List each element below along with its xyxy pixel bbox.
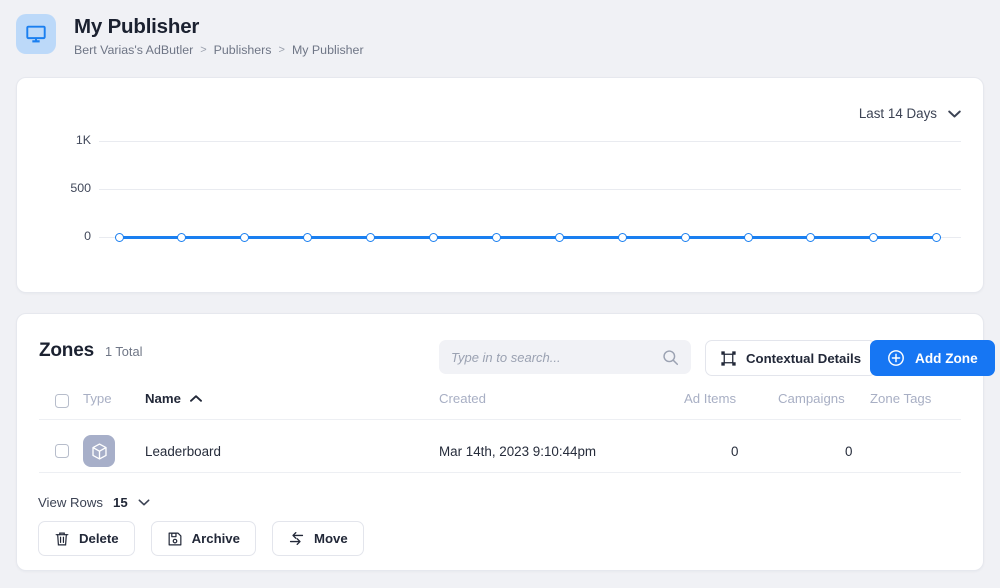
column-header-zone-tags[interactable]: Zone Tags	[870, 391, 931, 406]
selection-frame-icon	[720, 350, 737, 367]
monitor-icon	[16, 14, 56, 54]
contextual-details-label: Contextual Details	[746, 350, 862, 366]
row-select-checkbox[interactable]	[55, 444, 69, 458]
chart-data-point[interactable]	[932, 232, 942, 242]
column-header-name-label: Name	[145, 391, 181, 406]
chart-data-point[interactable]	[429, 232, 438, 242]
y-axis-tick-label: 500	[70, 181, 91, 195]
gridline	[99, 189, 961, 190]
header-text-block: My Publisher Bert Varias's AdButler > Pu…	[74, 14, 364, 58]
page-title: My Publisher	[74, 15, 200, 38]
column-header-ad-items[interactable]: Ad Items	[684, 391, 736, 406]
chart-data-point[interactable]	[869, 232, 879, 242]
breadcrumb: Bert Varias's AdButler > Publishers > My…	[74, 43, 364, 58]
zones-header: Zones 1 Total	[39, 340, 142, 362]
chevron-down-icon	[138, 499, 150, 506]
search-input[interactable]	[451, 349, 662, 365]
publisher-detail-page: My Publisher Bert Varias's AdButler > Pu…	[0, 0, 1000, 588]
table-header-divider	[39, 419, 961, 420]
cell-campaigns: 0	[845, 444, 853, 459]
zones-search-box[interactable]	[439, 340, 691, 374]
view-rows-selector[interactable]: View Rows 15	[38, 495, 150, 510]
chart-data-point[interactable]	[366, 232, 376, 242]
cube-icon	[83, 435, 115, 467]
select-all-checkbox[interactable]	[55, 394, 69, 408]
chart-data-point[interactable]	[114, 232, 124, 242]
table-row-divider	[39, 472, 961, 473]
chart-data-point[interactable]	[617, 232, 627, 242]
delete-button[interactable]: Delete	[38, 521, 135, 556]
stats-chart-card: Last 14 Days 1K5000 Mar 1Mar 2Mar 3Mar 4…	[16, 77, 984, 341]
breadcrumb-item-current: My Publisher	[291, 43, 364, 57]
archive-label: Archive	[191, 531, 240, 546]
cell-zone-name[interactable]: Leaderboard	[145, 444, 221, 459]
column-header-name[interactable]: Name	[145, 391, 202, 406]
y-axis-tick-label: 0	[84, 229, 91, 243]
y-axis-tick-label: 1K	[75, 133, 91, 147]
contextual-details-button[interactable]: Contextual Details	[705, 340, 877, 376]
move-arrows-icon	[288, 530, 305, 547]
breadcrumb-separator: >	[200, 44, 207, 56]
save-disk-icon	[167, 531, 183, 547]
zones-total-count: 1 Total	[104, 344, 143, 359]
archive-button[interactable]: Archive	[150, 521, 256, 556]
gridline	[99, 141, 961, 142]
cell-created: Mar 14th, 2023 9:10:44pm	[439, 444, 597, 459]
view-rows-value: 15	[112, 495, 128, 510]
breadcrumb-item-publishers[interactable]: Publishers	[214, 43, 272, 58]
delete-label: Delete	[79, 531, 119, 546]
chart-data-point[interactable]	[743, 232, 753, 242]
chart-data-point[interactable]	[177, 232, 187, 242]
search-icon[interactable]	[662, 349, 679, 366]
page-header: My Publisher Bert Varias's AdButler > Pu…	[0, 0, 1000, 62]
view-rows-label: View Rows	[38, 495, 103, 510]
chart-data-point[interactable]	[491, 232, 501, 242]
breadcrumb-separator: >	[278, 44, 285, 56]
chevron-up-icon	[189, 395, 202, 402]
move-button[interactable]: Move	[271, 521, 364, 556]
column-header-created[interactable]: Created	[439, 391, 486, 406]
chart-data-point[interactable]	[240, 232, 250, 242]
column-header-type[interactable]: Type	[83, 391, 112, 406]
chart-data-point[interactable]	[806, 232, 816, 242]
add-zone-label: Add Zone	[915, 350, 978, 366]
move-label: Move	[313, 531, 348, 546]
breadcrumb-item-account[interactable]: Bert Varias's AdButler	[74, 43, 193, 58]
add-zone-button[interactable]: Add Zone	[870, 340, 995, 376]
cell-ad-items: 0	[731, 444, 739, 459]
column-header-campaigns[interactable]: Campaigns	[778, 391, 845, 406]
impressions-line-chart: 1K5000 Mar 1Mar 2Mar 3Mar 4Mar 5Mar 6Mar…	[17, 78, 983, 341]
chart-data-point[interactable]	[680, 232, 690, 242]
trash-icon	[54, 531, 70, 547]
zones-title: Zones	[39, 340, 94, 361]
chart-data-point[interactable]	[303, 232, 313, 242]
plus-circle-icon	[887, 349, 905, 367]
chart-data-point[interactable]	[554, 232, 564, 242]
bulk-actions-toolbar: Delete Archive Move	[38, 521, 364, 556]
